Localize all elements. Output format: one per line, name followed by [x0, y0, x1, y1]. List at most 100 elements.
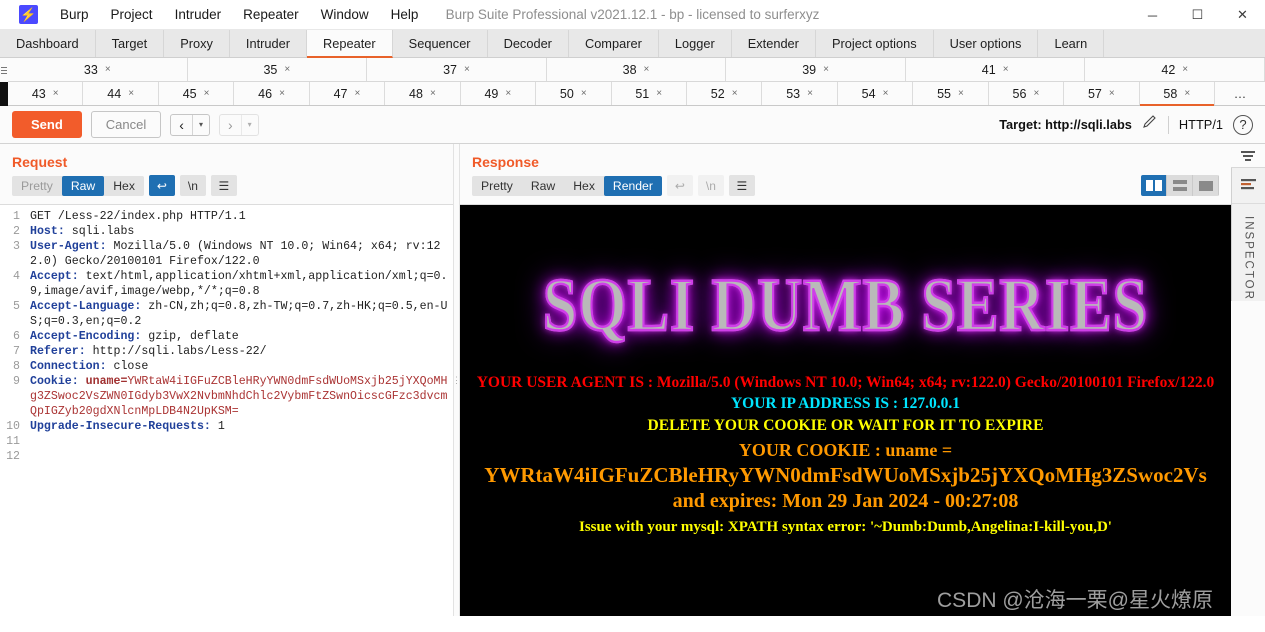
repeater-tab-56[interactable]: 56×	[989, 82, 1064, 105]
tab-decoder[interactable]: Decoder	[488, 30, 569, 57]
menu-item-window[interactable]: Window	[310, 4, 380, 25]
request-raw-text[interactable]: GET /Less-22/index.php HTTP/1.1Host: sql…	[24, 205, 453, 616]
back-chevron-down-icon[interactable]: ▾	[193, 118, 209, 131]
repeater-tab-41[interactable]: 41×	[906, 58, 1086, 81]
tab-logger[interactable]: Logger	[659, 30, 732, 57]
repeater-tab-33[interactable]: 33×	[8, 58, 188, 81]
tab-scroll-rail-top[interactable]	[0, 58, 8, 82]
layout-split-horizontal-icon[interactable]	[1167, 175, 1193, 196]
tab-user-options[interactable]: User options	[934, 30, 1039, 57]
repeater-tab-close-icon[interactable]: ×	[1033, 88, 1039, 99]
tab-project-options[interactable]: Project options	[816, 30, 934, 57]
menu-item-project[interactable]: Project	[100, 4, 164, 25]
repeater-tab-47[interactable]: 47×	[310, 82, 385, 105]
tab-proxy[interactable]: Proxy	[164, 30, 230, 57]
repeater-tab-46[interactable]: 46×	[234, 82, 309, 105]
tab-dashboard[interactable]: Dashboard	[0, 30, 96, 57]
repeater-tab-close-icon[interactable]: ×	[204, 88, 210, 99]
layout-split-vertical-icon[interactable]	[1141, 175, 1167, 196]
repeater-tab-49[interactable]: 49×	[461, 82, 536, 105]
repeater-tab-38[interactable]: 38×	[547, 58, 727, 81]
back-arrow-icon[interactable]: ‹	[171, 115, 193, 135]
repeater-tab-close-icon[interactable]: ×	[656, 88, 662, 99]
forward-nav-group[interactable]: › ▾	[219, 114, 259, 136]
repeater-tab-43[interactable]: 43×	[8, 82, 83, 105]
repeater-tab-close-icon[interactable]: ×	[284, 64, 290, 75]
repeater-tab-close-icon[interactable]: ×	[505, 88, 511, 99]
repeater-tab-close-icon[interactable]: ×	[958, 88, 964, 99]
tab-target[interactable]: Target	[96, 30, 165, 57]
send-button[interactable]: Send	[12, 111, 82, 138]
menu-item-repeater[interactable]: Repeater	[232, 4, 310, 25]
repeater-tab-close-icon[interactable]: ×	[732, 88, 738, 99]
close-icon[interactable]: ✕	[1220, 0, 1265, 30]
request-newline-icon[interactable]: \n	[180, 175, 206, 196]
repeater-tab-44[interactable]: 44×	[83, 82, 158, 105]
panel-splitter[interactable]: ⋮	[453, 144, 460, 616]
tab-sequencer[interactable]: Sequencer	[393, 30, 488, 57]
menu-item-help[interactable]: Help	[380, 4, 430, 25]
maximize-icon[interactable]: ☐	[1175, 0, 1220, 30]
forward-chevron-down-icon[interactable]: ▾	[242, 118, 258, 131]
repeater-tab-37[interactable]: 37×	[367, 58, 547, 81]
repeater-tab-50[interactable]: 50×	[536, 82, 611, 105]
repeater-tab-35[interactable]: 35×	[188, 58, 368, 81]
repeater-tab-close-icon[interactable]: ×	[581, 88, 587, 99]
repeater-tab-close-icon[interactable]: ×	[1003, 64, 1009, 75]
tab-scroll-rail-bottom[interactable]	[0, 82, 8, 106]
repeater-tab-close-icon[interactable]: ×	[53, 88, 59, 99]
minimize-icon[interactable]: ─	[1130, 0, 1175, 30]
request-editor[interactable]: 123456789101112 GET /Less-22/index.php H…	[0, 204, 453, 616]
repeater-tab-39[interactable]: 39×	[726, 58, 906, 81]
pencil-icon[interactable]	[1142, 114, 1158, 135]
repeater-tab-48[interactable]: 48×	[385, 82, 460, 105]
repeater-tab-52[interactable]: 52×	[687, 82, 762, 105]
repeater-tab-53[interactable]: 53×	[762, 82, 837, 105]
repeater-tab-close-icon[interactable]: ×	[644, 64, 650, 75]
repeater-tab-close-icon[interactable]: ×	[807, 88, 813, 99]
repeater-tab-58[interactable]: 58×	[1140, 82, 1215, 105]
request-menu-icon[interactable]: ☰	[211, 175, 237, 196]
request-tab-raw[interactable]: Raw	[62, 176, 104, 196]
repeater-tab-close-icon[interactable]: ×	[1109, 88, 1115, 99]
repeater-tab-close-icon[interactable]: ×	[1184, 88, 1190, 99]
repeater-tab-close-icon[interactable]: ×	[430, 88, 436, 99]
back-nav-group[interactable]: ‹ ▾	[170, 114, 210, 136]
repeater-tab-45[interactable]: 45×	[159, 82, 234, 105]
help-icon[interactable]: ?	[1233, 115, 1253, 135]
repeater-tabs-overflow-button[interactable]: …	[1215, 82, 1265, 105]
menu-item-burp[interactable]: Burp	[49, 4, 100, 25]
repeater-tab-close-icon[interactable]: ×	[1182, 64, 1188, 75]
layout-single-pane-icon[interactable]	[1193, 175, 1219, 196]
tab-extender[interactable]: Extender	[732, 30, 816, 57]
inspector-layers-icon[interactable]	[1232, 168, 1265, 204]
repeater-tab-51[interactable]: 51×	[612, 82, 687, 105]
repeater-tab-close-icon[interactable]: ×	[128, 88, 134, 99]
request-tab-hex[interactable]: Hex	[104, 176, 144, 196]
repeater-tab-close-icon[interactable]: ×	[105, 64, 111, 75]
repeater-tab-54[interactable]: 54×	[838, 82, 913, 105]
menu-item-intruder[interactable]: Intruder	[164, 4, 233, 25]
cancel-button[interactable]: Cancel	[91, 111, 161, 138]
tab-comparer[interactable]: Comparer	[569, 30, 659, 57]
response-menu-icon[interactable]: ☰	[729, 175, 755, 196]
repeater-tab-close-icon[interactable]: ×	[279, 88, 285, 99]
response-tab-raw[interactable]: Raw	[522, 176, 564, 196]
inspector-panel[interactable]: INSPECTOR	[1231, 168, 1265, 301]
http-version-label[interactable]: HTTP/1	[1179, 117, 1223, 132]
tab-repeater[interactable]: Repeater	[307, 30, 393, 58]
repeater-tab-close-icon[interactable]: ×	[355, 88, 361, 99]
repeater-tab-close-icon[interactable]: ×	[883, 88, 889, 99]
forward-arrow-icon[interactable]: ›	[220, 115, 242, 135]
request-tab-pretty[interactable]: Pretty	[12, 176, 62, 196]
response-tab-hex[interactable]: Hex	[564, 176, 604, 196]
inspector-filter-icon[interactable]	[1231, 144, 1265, 168]
repeater-tab-close-icon[interactable]: ×	[823, 64, 829, 75]
repeater-tab-55[interactable]: 55×	[913, 82, 988, 105]
response-tab-render[interactable]: Render	[604, 176, 662, 196]
repeater-tab-close-icon[interactable]: ×	[464, 64, 470, 75]
tab-learn[interactable]: Learn	[1038, 30, 1104, 57]
request-wrap-icon[interactable]: ↩	[149, 175, 175, 196]
repeater-tab-42[interactable]: 42×	[1085, 58, 1265, 81]
response-tab-pretty[interactable]: Pretty	[472, 176, 522, 196]
